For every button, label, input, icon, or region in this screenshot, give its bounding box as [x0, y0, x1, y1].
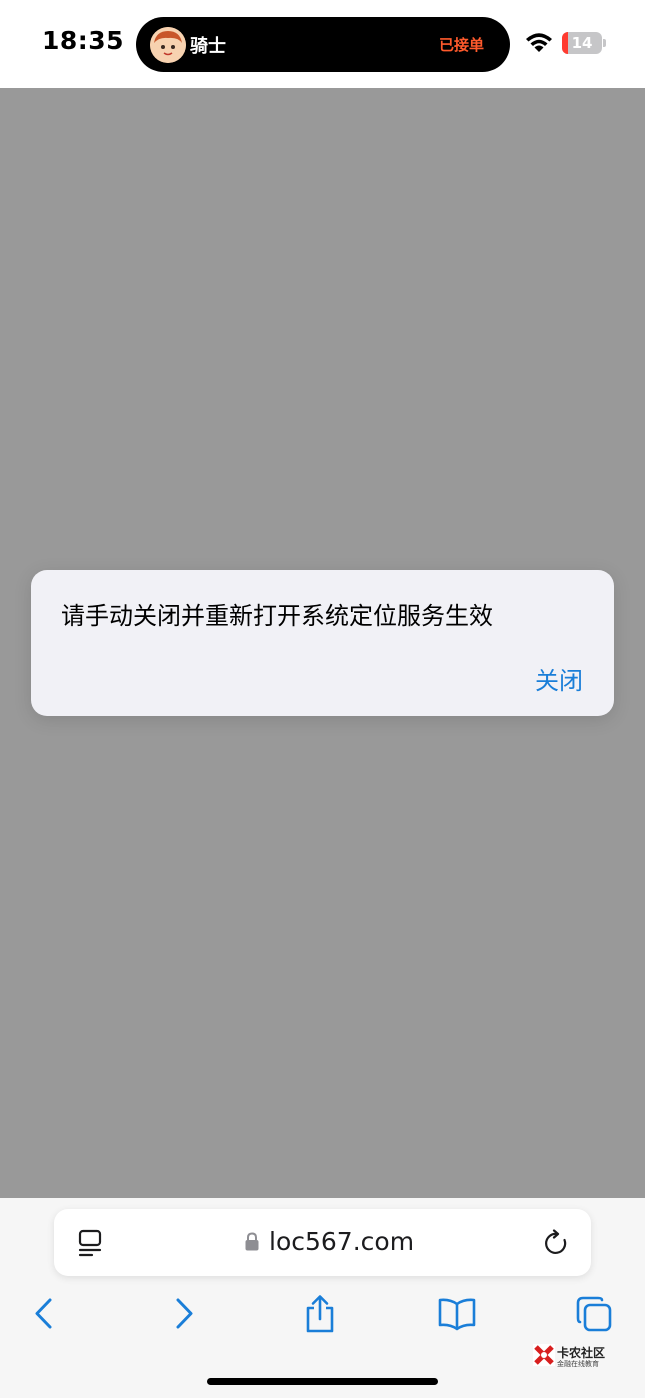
island-status: 已接单: [438, 36, 484, 54]
battery-icon: 14: [562, 32, 606, 54]
share-icon[interactable]: [300, 1294, 340, 1334]
avatar: [150, 27, 186, 63]
status-time: 18:35: [42, 26, 125, 55]
lock-icon: [245, 1232, 259, 1251]
dynamic-island[interactable]: 骑士 已接单: [136, 17, 510, 72]
reload-icon[interactable]: [544, 1229, 570, 1257]
bookmarks-icon[interactable]: [437, 1294, 477, 1334]
address-bar[interactable]: loc567.com: [54, 1209, 591, 1276]
alert-message: 请手动关闭并重新打开系统定位服务生效: [61, 602, 493, 630]
home-indicator: [207, 1378, 438, 1385]
alert-dialog: 请手动关闭并重新打开系统定位服务生效 关闭: [31, 570, 614, 716]
forward-icon[interactable]: [164, 1294, 204, 1334]
alert-close-button[interactable]: 关闭: [535, 661, 583, 696]
watermark-logo: 卡农社区 金融在线教育: [533, 1344, 613, 1370]
battery-level-text: 14: [571, 34, 593, 52]
watermark-subtitle: 金融在线教育: [557, 1360, 599, 1368]
reader-icon[interactable]: [78, 1229, 104, 1257]
wifi-icon: [526, 33, 552, 52]
watermark-icon: [533, 1344, 555, 1366]
tabs-icon[interactable]: [574, 1294, 614, 1334]
status-bar: 18:35 骑士 已接单 14: [0, 0, 645, 88]
url-text: loc567.com: [269, 1227, 415, 1256]
island-label: 骑士: [190, 36, 226, 57]
back-icon[interactable]: [24, 1294, 64, 1334]
